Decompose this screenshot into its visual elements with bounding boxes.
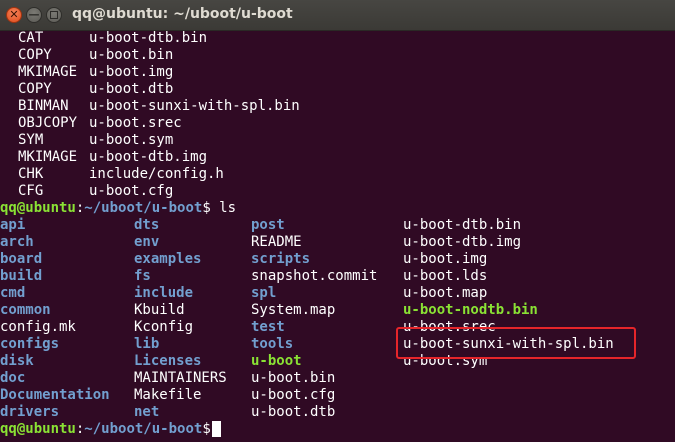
file-entry[interactable]: Makefile [134,387,201,404]
prompt-symbol: $ [202,200,211,216]
file-entry[interactable]: u-boot.img [403,251,487,268]
file-entry[interactable]: u-boot-dtb.img [403,234,521,251]
file-entry[interactable]: u-boot.dtb [251,404,335,421]
file-entry[interactable]: u-boot.lds [403,268,487,285]
directory-entry[interactable]: lib [134,336,159,353]
directory-entry[interactable]: common [0,302,51,319]
directory-entry[interactable]: env [134,234,159,251]
file-entry[interactable]: u-boot.bin [251,370,335,387]
build-step-target: u-boot-dtb.bin [89,30,208,46]
terminal-output[interactable]: CAT u-boot-dtb.bin COPY u-boot.bin MKIMAGE u-… [0,30,675,442]
directory-entry[interactable]: disk [0,353,34,370]
file-entry[interactable]: MAINTAINERS [134,370,227,387]
directory-entry[interactable]: configs [0,336,59,353]
directory-entry[interactable]: examples [134,251,201,268]
build-step-target: include/config.h [89,166,224,182]
build-step-command: CHK [18,166,44,182]
prompt-symbol: $ [202,421,211,437]
prompt-path: ~/uboot/u-boot [84,421,203,437]
directory-entry[interactable]: board [0,251,42,268]
build-step-target: u-boot.dtb [89,81,174,97]
build-step-command: COPY [18,81,52,97]
file-entry[interactable]: u-boot-dtb.bin [403,217,521,234]
prompt-command: ls [210,200,237,216]
build-step-command: MKIMAGE [18,64,78,80]
build-step-command: CFG [18,183,44,199]
build-step-target: u-boot.img [89,64,174,80]
build-step-target: u-boot.bin [89,47,174,63]
directory-entry[interactable]: spl [251,285,276,302]
build-step-target: u-boot.cfg [89,183,174,199]
title-bar[interactable]: ✕ — qq@ubuntu: ~/uboot/u-boot [0,0,675,31]
build-step-target: u-boot-sunxi-with-spl.bin [89,98,300,114]
terminal-window: ✕ — qq@ubuntu: ~/uboot/u-boot CAT u-boot-… [0,0,675,442]
build-step-target: u-boot.srec [89,115,182,131]
directory-entry[interactable]: Licenses [134,353,201,370]
directory-entry[interactable]: tools [251,336,293,353]
file-entry[interactable]: snapshot.commit [251,268,377,285]
directory-entry[interactable]: arch [0,234,34,251]
file-entry[interactable]: u-boot [251,353,302,370]
command-prompt-active: qq@ubuntu:~/uboot/u-boot$ [0,421,221,438]
minimize-icon[interactable]: — [26,7,42,23]
file-entry[interactable]: u-boot.map [403,285,487,302]
file-entry[interactable]: config.mk [0,319,76,336]
file-entry[interactable]: Kbuild [134,302,185,319]
build-step-command: OBJCOPY [18,115,78,131]
file-entry[interactable]: u-boot-nodtb.bin [403,302,538,319]
directory-entry[interactable]: fs [134,268,151,285]
directory-entry[interactable]: dts [134,217,159,234]
directory-entry[interactable]: net [134,404,159,421]
build-step-command: CAT [18,30,44,46]
build-step-command: COPY [18,47,52,63]
directory-entry[interactable]: api [0,217,25,234]
directory-entry[interactable]: include [134,285,193,302]
directory-entry[interactable]: scripts [251,251,310,268]
directory-entry[interactable]: cmd [0,285,25,302]
build-step-target: u-boot.sym [89,132,174,148]
prompt-user: qq@ubuntu [0,200,76,216]
prompt-path: ~/uboot/u-boot [84,200,203,216]
close-icon[interactable]: ✕ [6,7,22,23]
command-prompt-ls: qq@ubuntu:~/uboot/u-boot$ ls [0,200,236,217]
file-entry[interactable]: System.map [251,302,335,319]
maximize-icon[interactable] [46,7,62,23]
file-entry[interactable]: u-boot.cfg [251,387,335,404]
build-step-command: BINMAN [18,98,69,114]
directory-entry[interactable]: doc [0,370,25,387]
window-title: qq@ubuntu: ~/uboot/u-boot [72,6,293,22]
directory-entry[interactable]: build [0,268,42,285]
build-step-command: MKIMAGE [18,149,78,165]
cursor [211,421,221,437]
build-step-target: u-boot-dtb.img [89,149,208,165]
file-entry[interactable]: Kconfig [134,319,193,336]
highlight-box [396,327,636,359]
directory-entry[interactable]: drivers [0,404,59,421]
build-step-command: SYM [18,132,44,148]
directory-entry[interactable]: test [251,319,285,336]
file-entry[interactable]: README [251,234,302,251]
directory-entry[interactable]: post [251,217,285,234]
directory-entry[interactable]: Documentation [0,387,110,404]
prompt-user: qq@ubuntu [0,421,76,437]
